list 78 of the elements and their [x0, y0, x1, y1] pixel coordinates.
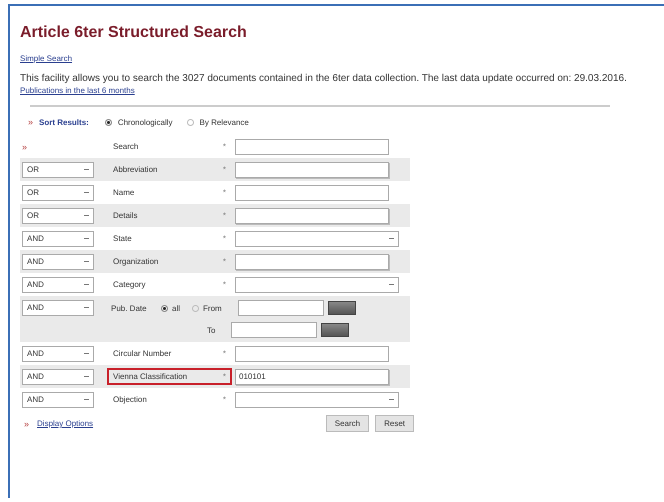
text-field[interactable]: 010101	[235, 368, 389, 384]
bullet-marker: »	[24, 418, 30, 428]
caret-icon	[84, 215, 89, 216]
text-field[interactable]	[235, 162, 389, 178]
caret-icon	[84, 399, 89, 400]
caret-icon	[84, 169, 89, 170]
field-label: Circular Number	[113, 349, 172, 358]
to-label: To	[207, 326, 216, 334]
radio-button[interactable]	[186, 118, 194, 126]
help-asterisk: *	[222, 234, 226, 243]
help-asterisk: *	[222, 372, 226, 381]
operator-dropdown[interactable]: AND	[22, 254, 94, 270]
date-field[interactable]	[238, 300, 324, 316]
publications-link[interactable]: Publications in the last 6 months	[20, 86, 135, 95]
operator-dropdown[interactable]: OR	[22, 162, 94, 178]
field-label: Abbreviation	[113, 165, 158, 174]
form-button[interactable]: Search	[326, 415, 370, 432]
field-label: Vienna Classification	[113, 372, 188, 381]
calendar-icon[interactable]	[328, 301, 356, 315]
text-field[interactable]	[235, 208, 389, 224]
bullet-marker: »	[22, 142, 28, 152]
field-label: State	[113, 234, 132, 243]
field-label: Pub. Date	[110, 304, 148, 312]
operator-dropdown[interactable]: AND	[22, 368, 94, 384]
radio-button[interactable]	[104, 118, 112, 126]
radio-label: all	[172, 304, 180, 312]
operator-dropdown[interactable]: AND	[22, 276, 94, 292]
field-label: Category	[113, 280, 146, 289]
dropdown-field[interactable]	[235, 230, 399, 246]
operator-dropdown[interactable]: AND	[22, 346, 94, 362]
help-asterisk: *	[222, 165, 226, 174]
text-field[interactable]	[235, 346, 389, 362]
field-label: Details	[113, 211, 138, 220]
radio-label: Chronologically	[118, 118, 173, 126]
radio-label: By Relevance	[200, 118, 249, 126]
caret-icon	[389, 284, 394, 285]
caret-icon	[84, 192, 89, 193]
caret-icon	[389, 399, 394, 400]
calendar-icon[interactable]	[321, 323, 349, 337]
operator-dropdown[interactable]: OR	[22, 208, 94, 224]
field-label: Objection	[113, 395, 147, 404]
help-asterisk: *	[222, 349, 226, 358]
help-asterisk: *	[222, 211, 226, 220]
caret-icon	[84, 261, 89, 262]
date-field[interactable]	[231, 322, 317, 338]
operator-dropdown[interactable]: OR	[22, 184, 94, 200]
help-asterisk: *	[222, 280, 226, 289]
operator-dropdown[interactable]: AND	[22, 300, 94, 316]
caret-icon	[84, 353, 89, 354]
sort-label: Sort Results:	[39, 118, 89, 126]
radio-button[interactable]	[192, 304, 200, 312]
page-title: Article 6ter Structured Search	[20, 24, 248, 42]
text-field[interactable]	[235, 138, 389, 154]
radio-button[interactable]	[161, 304, 168, 312]
caret-icon	[84, 307, 89, 308]
description-text: This facility allows you to search the 3027 documents contained in the 6ter data collection. The last data update occurred on: 29.03.2016.	[20, 73, 628, 84]
caret-icon	[84, 238, 89, 239]
help-asterisk: *	[222, 188, 226, 197]
simple-search-link[interactable]: Simple Search	[20, 54, 72, 63]
display-options-link[interactable]: Display Options	[37, 419, 94, 428]
caret-icon	[389, 238, 394, 239]
form-button[interactable]: Reset	[375, 415, 414, 432]
help-asterisk: *	[222, 142, 226, 151]
dropdown-field[interactable]	[235, 392, 399, 408]
radio-label: From	[203, 304, 222, 312]
caret-icon	[84, 284, 89, 285]
dropdown-field[interactable]	[235, 276, 399, 292]
operator-dropdown[interactable]: AND	[22, 392, 94, 408]
bullet-marker: »	[28, 117, 34, 127]
field-label: Organization	[113, 257, 158, 266]
help-asterisk: *	[222, 395, 226, 404]
help-asterisk: *	[222, 257, 226, 266]
caret-icon	[84, 376, 89, 377]
field-label: Search	[113, 142, 138, 151]
text-field[interactable]	[235, 254, 389, 270]
field-label: Name	[113, 188, 134, 197]
operator-dropdown[interactable]: AND	[22, 230, 94, 246]
text-field[interactable]	[235, 184, 389, 200]
